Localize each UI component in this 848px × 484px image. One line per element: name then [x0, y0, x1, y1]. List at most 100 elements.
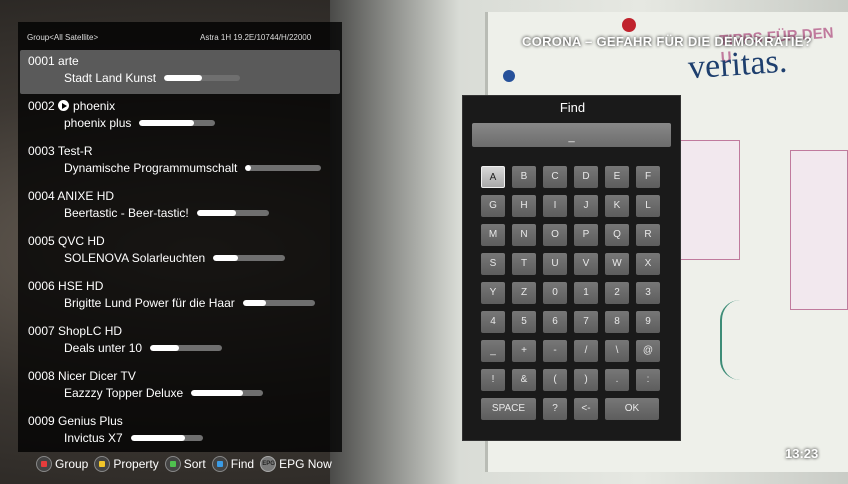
key[interactable]: M: [481, 224, 505, 246]
hint-sort[interactable]: Sort: [164, 456, 206, 472]
program-title: Beertastic - Beer-tastic!: [64, 206, 189, 220]
key[interactable]: @: [636, 340, 660, 362]
key[interactable]: O: [543, 224, 567, 246]
key[interactable]: E: [605, 166, 629, 188]
key[interactable]: 4: [481, 311, 505, 333]
key[interactable]: Z: [512, 282, 536, 304]
key[interactable]: _: [481, 340, 505, 362]
key[interactable]: L: [636, 195, 660, 217]
find-dialog: Find _ ABCDEF GHIJKL MNOPQR STUVWX YZ0123 456…: [462, 95, 681, 441]
channel-number: 0001: [28, 54, 55, 68]
program-progress-bar: [213, 255, 286, 261]
program-info: Brigitte Lund Power für die Haar: [64, 296, 315, 310]
key[interactable]: G: [481, 195, 505, 217]
channel-title: 0006 HSE HD: [28, 279, 103, 293]
channel-title: 0005 QVC HD: [28, 234, 105, 248]
key[interactable]: /: [574, 340, 598, 362]
channel-name: phoenix: [73, 99, 116, 113]
program-progress-bar: [164, 75, 241, 81]
key[interactable]: X: [636, 253, 660, 275]
key-backspace[interactable]: <-: [574, 398, 598, 420]
key[interactable]: Q: [605, 224, 629, 246]
key[interactable]: K: [605, 195, 629, 217]
channel-row[interactable]: 0003 Test-R Dynamische Programmumschalt: [20, 140, 340, 184]
channel-row[interactable]: 0004 ANIXE HD Beertastic - Beer-tastic!: [20, 185, 340, 229]
key[interactable]: +: [512, 340, 536, 362]
key[interactable]: A: [481, 166, 505, 188]
key[interactable]: -: [543, 340, 567, 362]
channel-title: 0002 phoenix: [28, 99, 115, 113]
wall-magnet: [503, 70, 515, 82]
key[interactable]: W: [605, 253, 629, 275]
yellow-key-icon: [94, 456, 111, 472]
poster-title: veritas.: [686, 42, 789, 87]
key[interactable]: V: [574, 253, 598, 275]
program-info: phoenix plus: [64, 116, 216, 130]
key[interactable]: I: [543, 195, 567, 217]
key[interactable]: 1: [574, 282, 598, 304]
key-question[interactable]: ?: [543, 398, 567, 420]
find-input[interactable]: _: [472, 123, 671, 147]
channel-title: 0009 Genius Plus: [28, 414, 123, 428]
key[interactable]: 0: [543, 282, 567, 304]
key[interactable]: 7: [574, 311, 598, 333]
key[interactable]: :: [636, 369, 660, 391]
channel-row[interactable]: 0008 Nicer Dicer TV Eazzzy Topper Deluxe: [20, 365, 340, 409]
program-progress-bar: [191, 390, 264, 396]
hint-label: Group: [55, 457, 89, 471]
key[interactable]: J: [574, 195, 598, 217]
hint-label: EPG Now: [279, 457, 332, 471]
key[interactable]: C: [543, 166, 567, 188]
epg-key-icon: EPG: [260, 456, 277, 472]
key[interactable]: B: [512, 166, 536, 188]
key[interactable]: H: [512, 195, 536, 217]
program-progress-fill: [191, 390, 244, 396]
channel-row[interactable]: 0009 Genius Plus Invictus X7: [20, 410, 340, 454]
epg-badge: EPG: [262, 461, 275, 467]
key[interactable]: \: [605, 340, 629, 362]
channel-row[interactable]: 0001 arte Stadt Land Kunst: [20, 50, 340, 94]
key[interactable]: !: [481, 369, 505, 391]
key[interactable]: P: [574, 224, 598, 246]
key[interactable]: 8: [605, 311, 629, 333]
key[interactable]: 5: [512, 311, 536, 333]
channel-row[interactable]: 0002 phoenix phoenix plus: [20, 95, 340, 139]
key[interactable]: (: [543, 369, 567, 391]
key[interactable]: N: [512, 224, 536, 246]
program-info: Stadt Land Kunst: [64, 71, 241, 85]
channel-row[interactable]: 0006 HSE HD Brigitte Lund Power für die H…: [20, 275, 340, 319]
key[interactable]: Y: [481, 282, 505, 304]
key[interactable]: R: [636, 224, 660, 246]
key[interactable]: 3: [636, 282, 660, 304]
key[interactable]: S: [481, 253, 505, 275]
channel-number: 0008: [28, 369, 55, 383]
channel-row[interactable]: 0007 ShopLC HD Deals unter 10: [20, 320, 340, 364]
key[interactable]: 9: [636, 311, 660, 333]
channel-name: ShopLC HD: [58, 324, 123, 338]
hint-group[interactable]: Group: [36, 456, 88, 472]
key[interactable]: F: [636, 166, 660, 188]
key[interactable]: T: [512, 253, 536, 275]
key-space[interactable]: SPACE: [481, 398, 536, 420]
program-title: Deals unter 10: [64, 341, 143, 355]
key[interactable]: .: [605, 369, 629, 391]
channel-title: 0004 ANIXE HD: [28, 189, 114, 203]
hint-epg-now[interactable]: EPG EPG Now: [260, 456, 332, 472]
program-info: SOLENOVA Solarleuchten: [64, 251, 286, 265]
key[interactable]: &: [512, 369, 536, 391]
program-progress-fill: [245, 165, 252, 171]
program-progress-bar: [196, 210, 269, 216]
hint-find[interactable]: Find: [211, 456, 254, 472]
hint-property[interactable]: Property: [94, 456, 159, 472]
key[interactable]: D: [574, 166, 598, 188]
program-title: SOLENOVA Solarleuchten: [64, 251, 206, 265]
key[interactable]: 2: [605, 282, 629, 304]
key[interactable]: ): [574, 369, 598, 391]
key[interactable]: 6: [543, 311, 567, 333]
key[interactable]: U: [543, 253, 567, 275]
channel-row[interactable]: 0005 QVC HD SOLENOVA Solarleuchten: [20, 230, 340, 274]
key-ok[interactable]: OK: [605, 398, 659, 420]
red-key-icon: [36, 456, 52, 472]
channel-name: Test-R: [57, 144, 93, 158]
green-key-icon: [164, 456, 181, 472]
